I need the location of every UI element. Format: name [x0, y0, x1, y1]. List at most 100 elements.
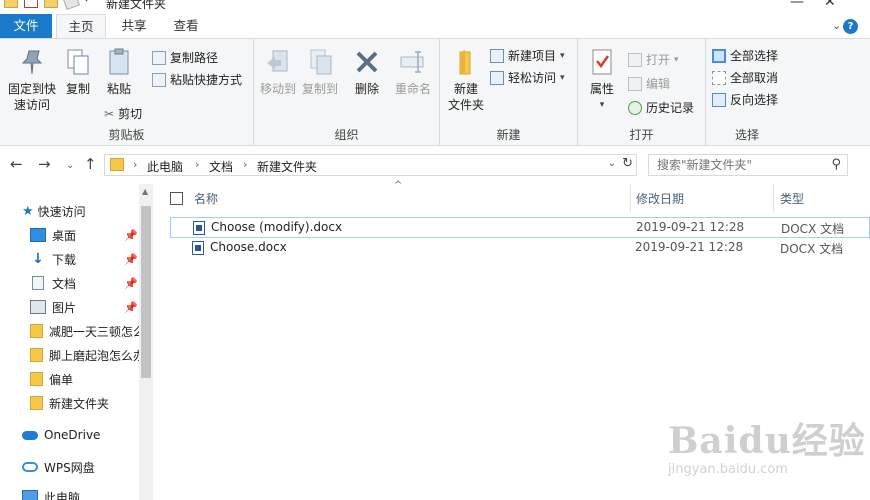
- copy-to-button[interactable]: 复制到: [300, 47, 340, 97]
- select-group: 全部选择 全部取消 反向选择 选择: [706, 39, 788, 145]
- search-input[interactable]: [657, 155, 827, 175]
- column-type[interactable]: 类型: [780, 190, 804, 207]
- copy-button[interactable]: 复制: [62, 47, 94, 97]
- folder-icon: [30, 372, 43, 386]
- dropdown-arrow-icon: ▾: [674, 54, 679, 65]
- edit-button[interactable]: 编辑: [628, 75, 670, 92]
- breadcrumb-this-pc[interactable]: 此电脑: [147, 158, 183, 175]
- title-bar: ▾ 新建文件夹 — ✕: [0, 0, 870, 14]
- back-arrow-icon[interactable]: ←: [10, 155, 23, 173]
- paste-shortcut-button[interactable]: 粘贴快捷方式: [152, 71, 242, 88]
- pin-icon[interactable]: 📌: [124, 253, 138, 266]
- delete-button[interactable]: 删除: [352, 47, 382, 97]
- ribbon-tabs: 文件 主页 共享 查看 ⌄ ?: [0, 14, 870, 39]
- new-folder-icon: [459, 50, 471, 75]
- nav-scrollbar[interactable]: ▲: [139, 184, 153, 500]
- file-row[interactable]: Choose (modify).docx 2019-09-21 12:28 DO…: [170, 217, 870, 238]
- open-button[interactable]: 打开 ▾: [628, 51, 679, 68]
- breadcrumb-separator-icon[interactable]: ›: [133, 158, 137, 171]
- organize-group-label: 组织: [334, 128, 359, 142]
- dropdown-arrow-icon: ▾: [560, 72, 565, 83]
- history-button[interactable]: 历史记录: [628, 99, 694, 116]
- paste-button[interactable]: 粘贴: [102, 47, 136, 97]
- word-document-icon: [193, 221, 205, 235]
- navigation-pane: ★ 快速访问 桌面 📌 ↓ 下载 📌 文档 📌 图片 📌 减肥一天三顿怎么 脚上…: [0, 184, 153, 500]
- new-group-label: 新建: [496, 128, 521, 142]
- copy-path-icon: [152, 50, 166, 65]
- file-type: DOCX 文档: [781, 222, 845, 236]
- pin-icon[interactable]: 📌: [124, 277, 138, 290]
- nav-item-folder[interactable]: 减肥一天三顿怎么: [30, 319, 139, 343]
- dropdown-arrow-icon: ▾: [560, 50, 565, 61]
- new-item-icon: [490, 48, 504, 63]
- document-icon: [32, 276, 44, 290]
- rename-button[interactable]: 重命名: [392, 47, 434, 97]
- window-title: 新建文件夹: [106, 0, 167, 11]
- up-arrow-icon[interactable]: ↑: [84, 155, 97, 173]
- tab-home[interactable]: 主页: [56, 14, 106, 39]
- breadcrumb-separator-icon[interactable]: ›: [195, 158, 199, 171]
- properties-button[interactable]: 属性 ▾: [584, 47, 620, 113]
- column-name[interactable]: 名称: [194, 190, 218, 207]
- cut-button[interactable]: ✂ 剪切: [104, 105, 142, 122]
- select-none-button[interactable]: 全部取消: [712, 69, 778, 86]
- new-folder-icon[interactable]: [44, 0, 58, 8]
- minimize-icon[interactable]: —: [790, 0, 804, 10]
- tab-view[interactable]: 查看: [164, 14, 208, 38]
- file-date: 2019-09-21 12:28: [636, 220, 745, 234]
- new-item-button[interactable]: 新建项目 ▾: [490, 47, 565, 64]
- computer-icon: [22, 490, 38, 500]
- easy-access-button[interactable]: 轻松访问 ▾: [490, 69, 565, 86]
- search-icon[interactable]: ⚲: [831, 157, 841, 172]
- copy-path-button[interactable]: 复制路径: [152, 49, 218, 66]
- delete-icon: [356, 51, 378, 73]
- recent-locations-chevron-icon[interactable]: ⌄: [66, 160, 74, 171]
- sort-ascending-icon: ^: [394, 180, 403, 191]
- help-icon[interactable]: ?: [843, 19, 858, 34]
- undo-icon[interactable]: [62, 0, 80, 10]
- folder-icon: [110, 158, 124, 171]
- column-divider[interactable]: [630, 184, 631, 212]
- breadcrumb-separator-icon[interactable]: ›: [243, 158, 247, 171]
- properties-icon: [592, 49, 612, 75]
- select-all-button[interactable]: 全部选择: [712, 47, 778, 64]
- customize-dropdown-icon[interactable]: ▾: [84, 0, 89, 8]
- new-folder-button[interactable]: 新建 文件夹: [444, 47, 488, 113]
- column-date-modified[interactable]: 修改日期: [636, 190, 684, 207]
- forward-arrow-icon[interactable]: →: [38, 155, 51, 173]
- move-to-button[interactable]: 移动到: [258, 47, 298, 97]
- scroll-up-arrow-icon[interactable]: ▲: [142, 187, 148, 196]
- file-row[interactable]: Choose.docx 2019-09-21 12:28 DOCX 文档: [170, 238, 870, 259]
- copy-icon: [67, 49, 89, 75]
- pin-icon[interactable]: 📌: [124, 229, 138, 242]
- pin-to-quick-access-button[interactable]: 固定到快 速访问: [4, 47, 60, 113]
- navigation-bar: ← → ⌄ ↑ › 此电脑 › 文档 › 新建文件夹 ⌄ ↻ ⚲: [0, 148, 870, 182]
- invert-selection-icon: [712, 92, 726, 107]
- invert-selection-button[interactable]: 反向选择: [712, 91, 778, 108]
- close-icon[interactable]: ✕: [824, 0, 836, 10]
- download-icon: ↓: [32, 251, 44, 267]
- select-all-checkbox[interactable]: [170, 192, 183, 205]
- properties-icon[interactable]: [24, 0, 38, 8]
- refresh-icon[interactable]: ↻: [622, 156, 633, 171]
- ribbon: 固定到快 速访问 复制 粘贴 复制路径 粘贴快捷方式 ✂ 剪切 剪贴板 移动到 …: [0, 38, 870, 146]
- column-divider[interactable]: [773, 184, 774, 212]
- breadcrumb-new-folder[interactable]: 新建文件夹: [257, 158, 317, 175]
- tab-share[interactable]: 共享: [112, 14, 156, 38]
- easy-access-icon: [490, 70, 504, 85]
- breadcrumb-documents[interactable]: 文档: [209, 158, 233, 175]
- address-dropdown-icon[interactable]: ⌄: [608, 158, 616, 169]
- address-bar[interactable]: › 此电脑 › 文档 › 新建文件夹 ⌄ ↻: [104, 154, 637, 176]
- scrollbar-thumb[interactable]: [141, 206, 151, 378]
- pin-icon[interactable]: 📌: [124, 301, 138, 314]
- history-icon: [628, 100, 642, 115]
- copy-to-icon: [310, 49, 332, 75]
- paste-shortcut-icon: [152, 72, 166, 87]
- select-all-icon: [712, 48, 726, 63]
- nav-item-folder[interactable]: 脚上磨起泡怎么办: [30, 343, 139, 367]
- tab-file[interactable]: 文件: [0, 14, 52, 38]
- open-group: 属性 ▾ 打开 ▾ 编辑 历史记录 打开: [578, 39, 706, 145]
- edit-icon: [628, 76, 642, 91]
- open-icon: [628, 52, 642, 67]
- chevron-down-icon[interactable]: ⌄: [832, 19, 841, 32]
